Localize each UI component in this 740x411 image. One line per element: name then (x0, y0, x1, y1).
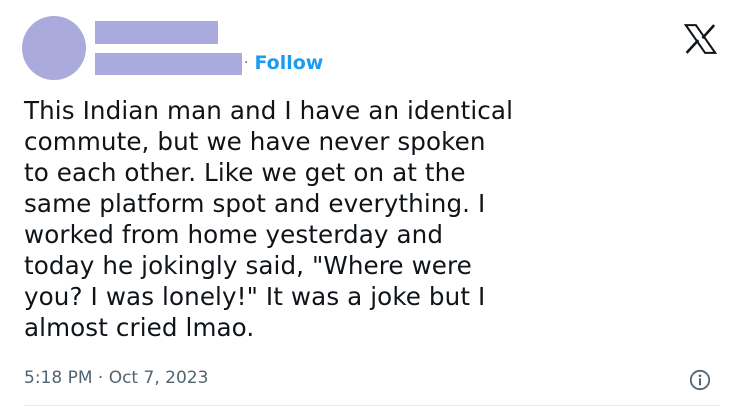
avatar-placeholder[interactable] (22, 16, 86, 80)
follow-label[interactable]: Follow (254, 52, 323, 74)
tweet-line: today he jokingly said, "Where were (24, 251, 472, 280)
tweet-line: almost cried lmao. (24, 313, 255, 342)
tweet-card: · Follow This Indian man and I have an i… (0, 0, 740, 411)
follow-link[interactable]: · Follow (244, 50, 323, 76)
tweet-body: This Indian man and I have an identical … (24, 95, 624, 343)
display-name-placeholder[interactable] (95, 21, 218, 44)
tweet-line: to each other. Like we get on at the (24, 158, 466, 187)
tweet-line: you? I was lonely!" It was a joke but I (24, 282, 486, 311)
tweet-line: same platform spot and everything. I (24, 189, 486, 218)
tweet-line: commute, but we have never spoken (24, 127, 486, 156)
username-placeholder[interactable] (95, 53, 242, 75)
tweet-line: This Indian man and I have an identical (24, 96, 514, 125)
x-logo-icon[interactable] (684, 24, 717, 54)
info-icon[interactable] (689, 369, 711, 391)
follow-separator: · (244, 55, 249, 71)
divider (24, 405, 720, 406)
tweet-line: worked from home yesterday and (24, 220, 444, 249)
tweet-timestamp[interactable]: 5:18 PM · Oct 7, 2023 (24, 368, 208, 388)
